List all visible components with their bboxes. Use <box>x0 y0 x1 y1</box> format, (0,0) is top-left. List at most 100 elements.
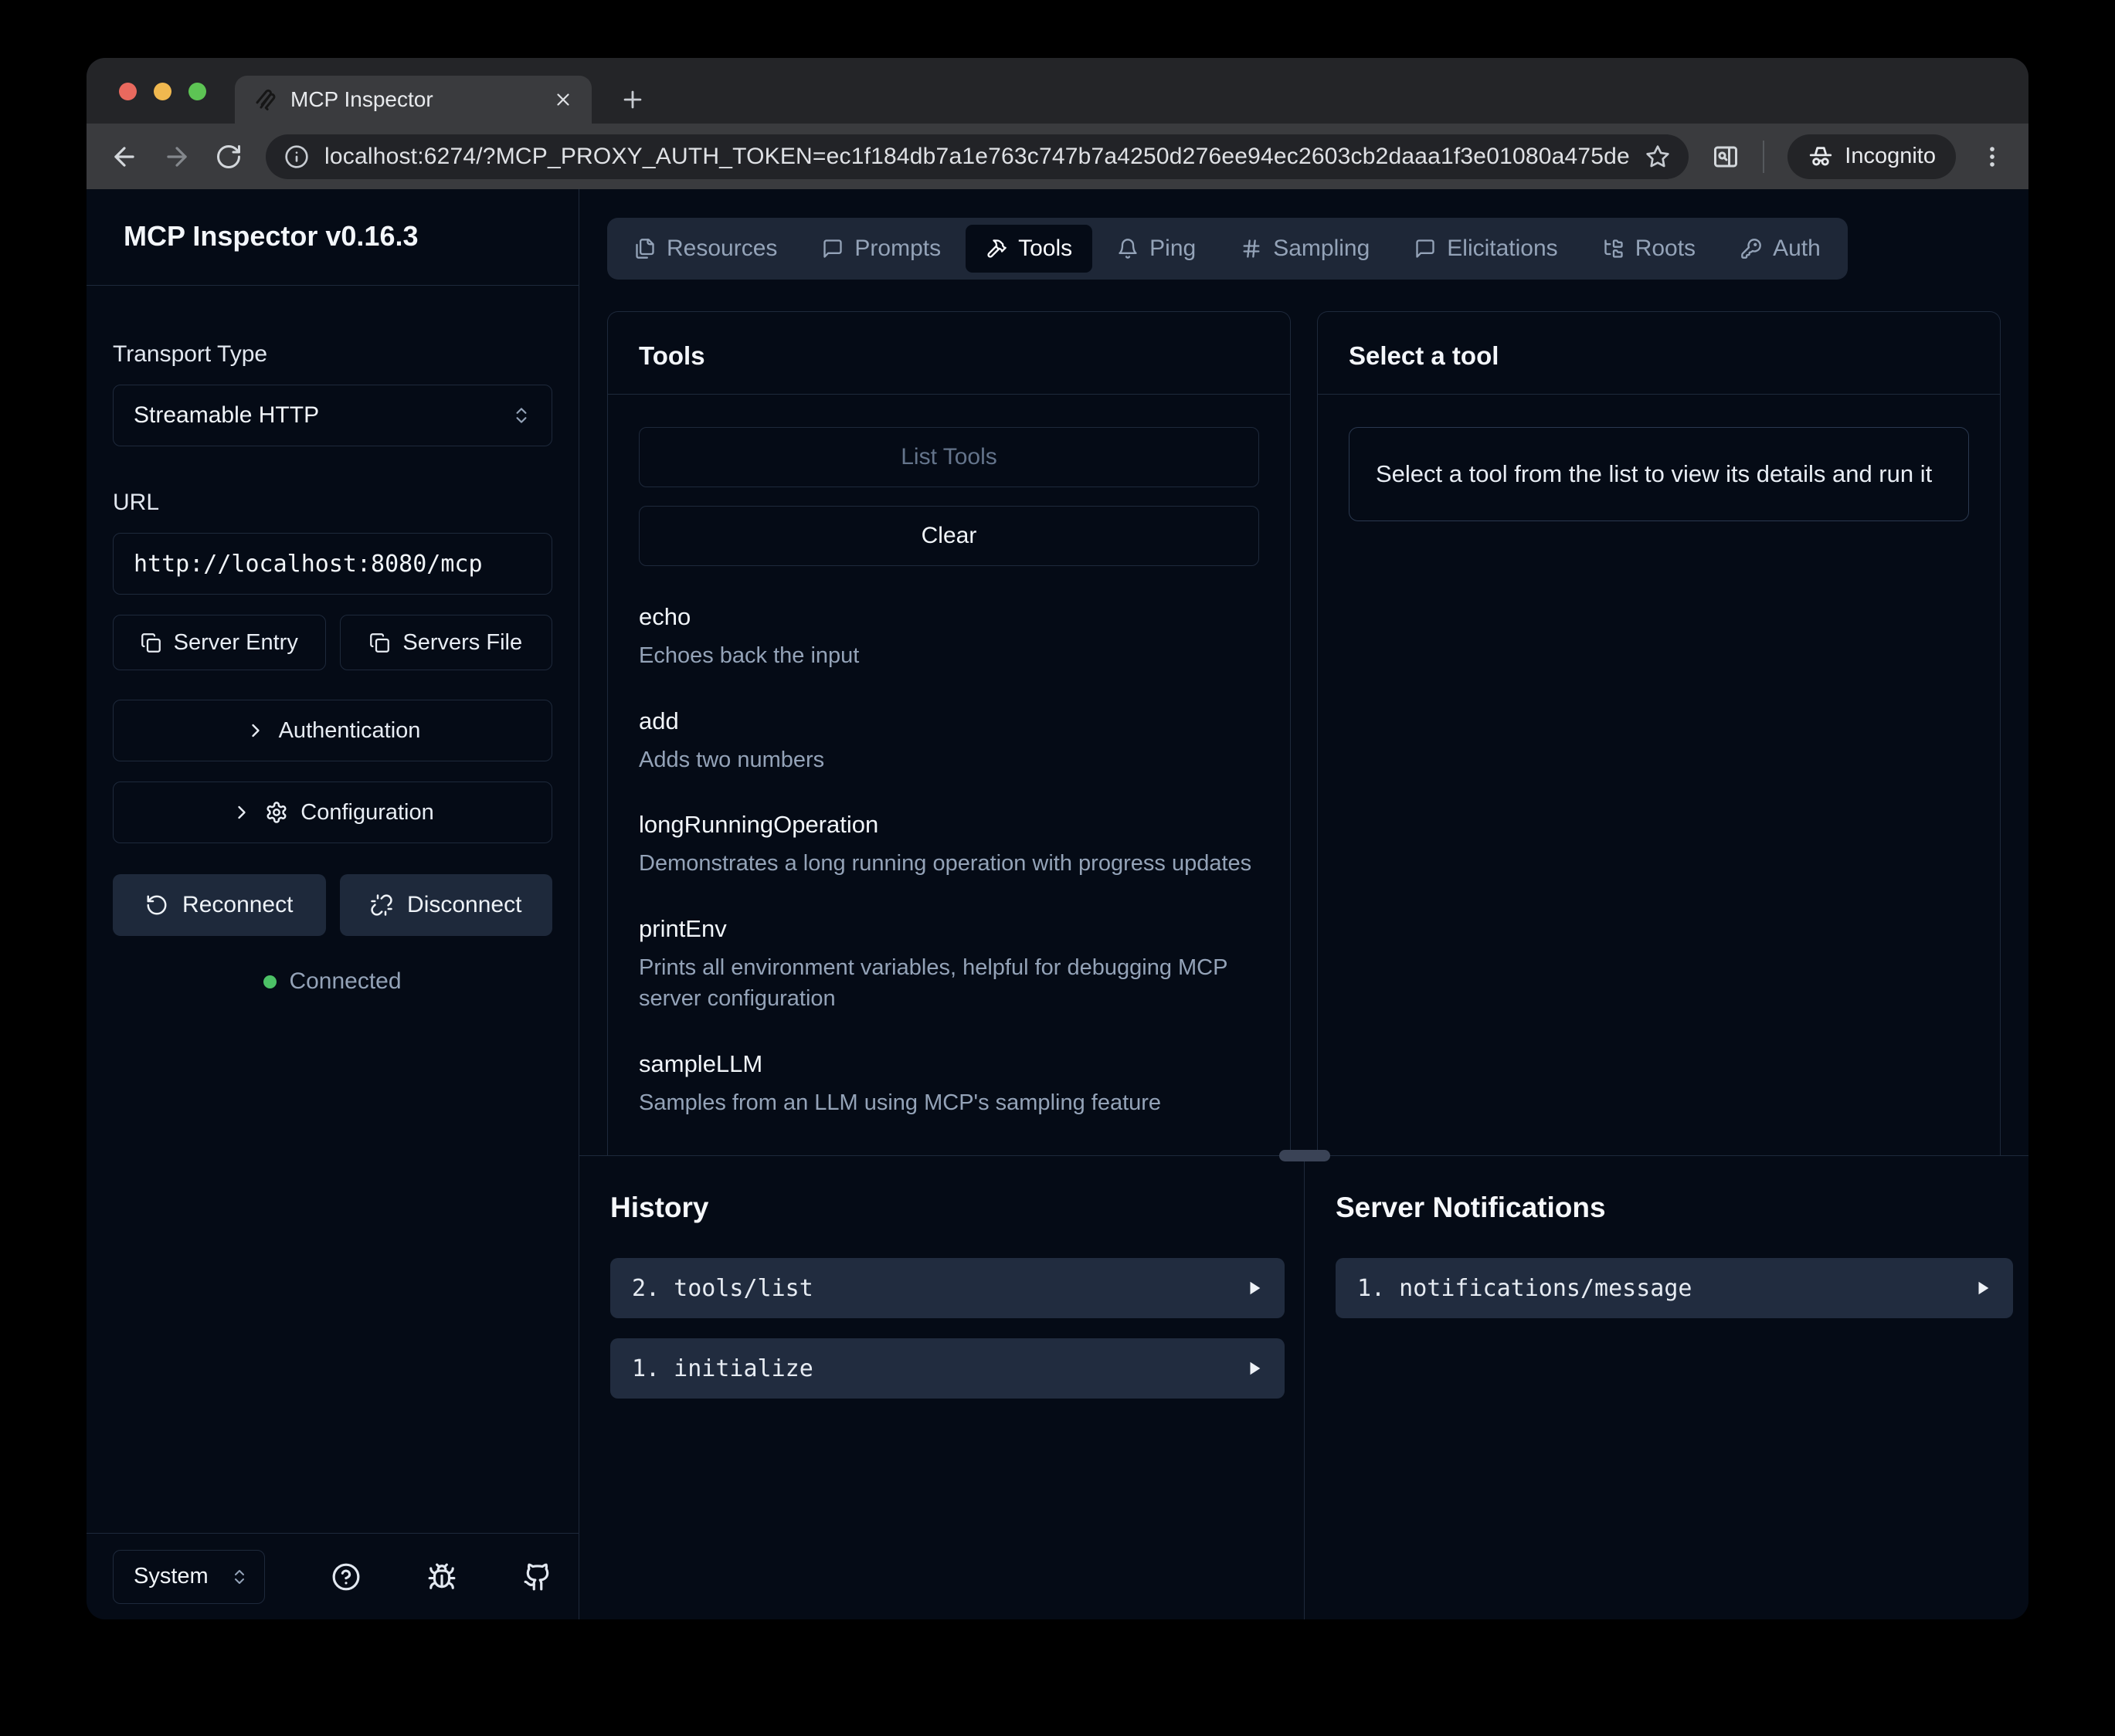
side-panel-search-icon[interactable] <box>1712 143 1740 171</box>
tab-title: MCP Inspector <box>290 87 539 112</box>
configuration-label: Configuration <box>300 800 434 826</box>
url-input[interactable]: http://localhost:8080/mcp <box>113 533 552 595</box>
help-icon[interactable] <box>331 1562 361 1592</box>
browser-menu-icon[interactable] <box>1979 144 2005 170</box>
rotate-ccw-icon <box>145 893 168 917</box>
chevrons-up-down-icon <box>230 1568 249 1586</box>
tools-panel-body: List Tools Clear echo Echoes back the in… <box>608 395 1290 1155</box>
main-area: Resources Prompts Tools <box>579 189 2028 1619</box>
tool-item-samplellm[interactable]: sampleLLM Samples from an LLM using MCP'… <box>639 1050 1259 1119</box>
maximize-window-button[interactable] <box>188 83 206 100</box>
incognito-label: Incognito <box>1845 144 1936 169</box>
bookmark-star-icon[interactable] <box>1645 144 1670 169</box>
tool-item-add[interactable]: add Adds two numbers <box>639 707 1259 776</box>
tab-elicitations[interactable]: Elicitations <box>1394 225 1577 273</box>
server-entry-button[interactable]: Server Entry <box>113 615 326 670</box>
configuration-button[interactable]: Configuration <box>113 782 552 843</box>
tab-sampling[interactable]: Sampling <box>1220 225 1390 273</box>
site-info-icon[interactable] <box>284 144 309 169</box>
clear-tools-button[interactable]: Clear <box>639 506 1259 566</box>
tool-description: Prints all environment variables, helpfu… <box>639 952 1259 1015</box>
select-tool-hint: Select a tool from the list to view its … <box>1349 427 1969 521</box>
new-tab-button[interactable] <box>620 86 646 113</box>
tab-close-icon[interactable] <box>553 90 573 110</box>
servers-file-label: Servers File <box>402 630 522 656</box>
minimize-window-button[interactable] <box>154 83 171 100</box>
toolbar-separator <box>1763 141 1764 173</box>
list-tools-button[interactable]: List Tools <box>639 427 1259 487</box>
disconnect-button[interactable]: Disconnect <box>340 874 553 936</box>
notification-item-label: 1. notifications/message <box>1357 1275 1974 1302</box>
select-tool-panel: Select a tool Select a tool from the lis… <box>1317 311 2001 1155</box>
mcp-inspector-app: MCP Inspector v0.16.3 Transport Type Str… <box>87 189 2028 1619</box>
transport-type-select[interactable]: Streamable HTTP <box>113 385 552 446</box>
tab-label: Roots <box>1635 236 1696 262</box>
bug-icon[interactable] <box>427 1562 457 1592</box>
tab-ping[interactable]: Ping <box>1097 225 1216 273</box>
tab-label: Auth <box>1773 236 1821 262</box>
forward-icon[interactable] <box>162 142 192 171</box>
disconnect-label: Disconnect <box>407 892 521 918</box>
key-icon <box>1740 238 1762 259</box>
tab-strip: MCP Inspector <box>87 58 2028 124</box>
github-icon[interactable] <box>523 1562 552 1592</box>
tool-list: echo Echoes back the input add Adds two … <box>639 603 1259 1119</box>
servers-file-button[interactable]: Servers File <box>340 615 553 670</box>
tab-resources[interactable]: Resources <box>614 225 797 273</box>
history-item[interactable]: 2. tools/list <box>610 1258 1285 1318</box>
copy-icon <box>141 632 161 653</box>
tool-name: echo <box>639 603 1259 631</box>
url-label: URL <box>113 490 552 516</box>
bottom-panels: History 2. tools/list 1. initialize <box>579 1156 2028 1619</box>
url-bar[interactable]: localhost:6274/?MCP_PROXY_AUTH_TOKEN=ec1… <box>266 134 1689 179</box>
folder-tree-icon <box>1603 238 1624 259</box>
split-drag-handle[interactable] <box>1279 1150 1330 1161</box>
notification-item[interactable]: 1. notifications/message <box>1336 1258 2013 1318</box>
tool-item-echo[interactable]: echo Echoes back the input <box>639 603 1259 672</box>
back-icon[interactable] <box>110 142 139 171</box>
tool-name: printEnv <box>639 915 1259 943</box>
gear-icon <box>265 801 288 824</box>
history-item[interactable]: 1. initialize <box>610 1338 1285 1399</box>
browser-window: MCP Inspector localhost:6274/?MCP_PROXY_… <box>87 58 2028 1619</box>
incognito-badge: Incognito <box>1787 134 1956 179</box>
url-text: localhost:6274/?MCP_PROXY_AUTH_TOKEN=ec1… <box>324 144 1630 170</box>
reconnect-button[interactable]: Reconnect <box>113 874 326 936</box>
transport-type-label: Transport Type <box>113 341 552 368</box>
chevron-right-icon <box>231 802 253 823</box>
tab-label: Sampling <box>1273 236 1370 262</box>
tool-description: Samples from an LLM using MCP's sampling… <box>639 1087 1259 1119</box>
theme-select[interactable]: System <box>113 1550 265 1604</box>
hash-icon <box>1241 238 1262 259</box>
tab-label: Prompts <box>854 236 941 262</box>
sidebar-footer: System <box>87 1533 579 1619</box>
nav-row: Resources Prompts Tools <box>579 189 2028 311</box>
browser-tab[interactable]: MCP Inspector <box>235 76 592 124</box>
tool-item-printenv[interactable]: printEnv Prints all environment variable… <box>639 915 1259 1015</box>
files-icon <box>634 238 656 259</box>
transport-type-value: Streamable HTTP <box>134 402 511 429</box>
tab-auth[interactable]: Auth <box>1720 225 1841 273</box>
tab-roots[interactable]: Roots <box>1583 225 1716 273</box>
tab-tools[interactable]: Tools <box>966 225 1092 273</box>
select-tool-panel-header: Select a tool <box>1318 312 2000 395</box>
reload-icon[interactable] <box>215 143 243 171</box>
tool-name: sampleLLM <box>639 1050 1259 1078</box>
incognito-icon <box>1808 144 1834 170</box>
tool-description: Echoes back the input <box>639 640 1259 672</box>
history-item-label: 1. initialize <box>632 1355 1246 1382</box>
close-window-button[interactable] <box>119 83 137 100</box>
server-notifications-pane: Server Notifications 1. notifications/me… <box>1305 1156 2028 1619</box>
list-tools-label: List Tools <box>901 444 997 470</box>
history-pane: History 2. tools/list 1. initialize <box>579 1156 1305 1619</box>
hammer-icon <box>986 238 1007 259</box>
tab-prompts[interactable]: Prompts <box>802 225 961 273</box>
tools-panel: Tools List Tools Clear echo Echoes bac <box>607 311 1291 1155</box>
authentication-button[interactable]: Authentication <box>113 700 552 761</box>
sidebar-header: MCP Inspector v0.16.3 <box>87 189 579 286</box>
select-tool-panel-body: Select a tool from the list to view its … <box>1318 395 2000 1155</box>
tool-item-longrunningoperation[interactable]: longRunningOperation Demonstrates a long… <box>639 811 1259 880</box>
chevron-right-icon <box>245 720 266 741</box>
tab-label: Elicitations <box>1447 236 1557 262</box>
tools-panel-header: Tools <box>608 312 1290 395</box>
